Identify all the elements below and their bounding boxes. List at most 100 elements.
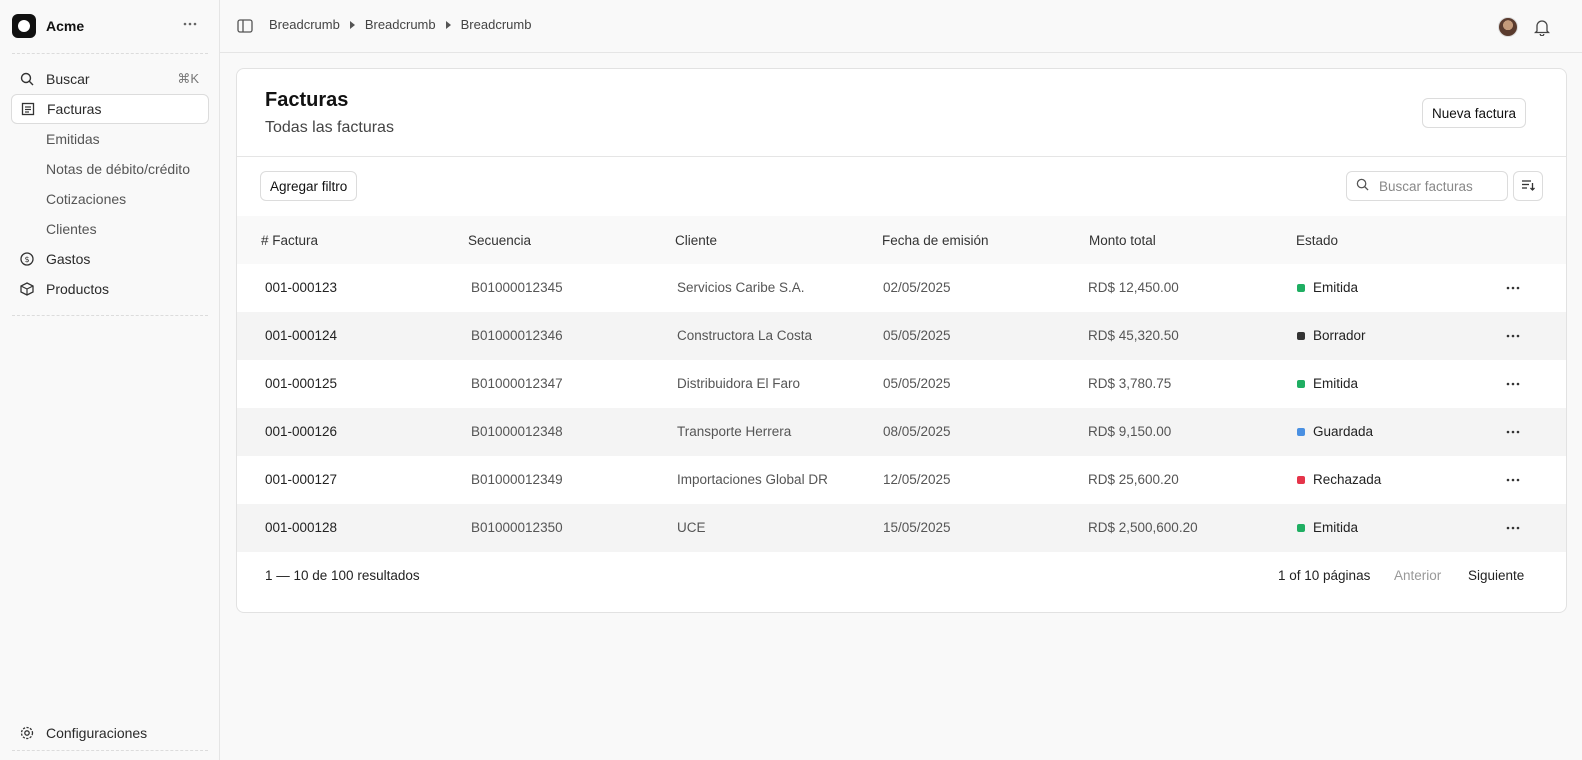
cell-fecha: 15/05/2025: [883, 520, 951, 535]
status-label: Emitida: [1313, 520, 1359, 535]
status-dot: [1297, 283, 1305, 292]
cell-monto: RD$ 45,320.50: [1088, 328, 1179, 343]
status-badge: Emitida: [1297, 520, 1358, 535]
cell-factura: 001-000124: [265, 328, 338, 343]
cell-fecha: 05/05/2025: [883, 376, 951, 391]
sort-button[interactable]: [1513, 171, 1543, 201]
next-page-button[interactable]: Siguiente: [1468, 568, 1524, 583]
gear-icon: [20, 726, 34, 740]
table-row[interactable]: 001-000123 B01000012345 Servicios Caribe…: [237, 264, 1566, 312]
cell-cliente: Importaciones Global DR: [677, 472, 828, 487]
column-header-factura[interactable]: # Factura: [261, 233, 318, 248]
table-row[interactable]: 001-000128 B01000012350 UCE 15/05/2025 R…: [237, 504, 1566, 552]
sidebar-item-facturas[interactable]: Facturas: [11, 94, 209, 124]
new-invoice-button[interactable]: Nueva factura: [1422, 98, 1527, 128]
page-title: Facturas: [265, 89, 349, 111]
sidebar-item-label: Buscar: [46, 71, 90, 87]
cell-fecha: 05/05/2025: [883, 328, 951, 343]
cell-secuencia: B01000012350: [471, 520, 563, 535]
cell-secuencia: B01000012349: [471, 472, 563, 487]
cell-fecha: 02/05/2025: [883, 280, 951, 295]
sort-icon: [1521, 178, 1535, 194]
package-icon: [20, 282, 34, 296]
cell-factura: 001-000127: [265, 472, 338, 487]
cell-factura: 001-000123: [265, 280, 338, 295]
sidebar-item-gastos[interactable]: $ Gastos: [11, 244, 209, 274]
more-horizontal-icon[interactable]: [1503, 326, 1523, 346]
column-header-estado[interactable]: Estado: [1296, 233, 1338, 248]
sidebar-item-productos[interactable]: Productos: [11, 274, 209, 304]
sidebar-item-label: Facturas: [47, 101, 102, 117]
more-horizontal-icon[interactable]: [1503, 278, 1523, 298]
sidebar-divider: [12, 315, 208, 316]
status-badge: Emitida: [1297, 376, 1358, 391]
more-horizontal-icon[interactable]: [1503, 422, 1523, 442]
status-label: Rechazada: [1313, 472, 1382, 487]
more-horizontal-icon[interactable]: [180, 16, 200, 36]
cell-cliente: UCE: [677, 520, 706, 535]
cell-monto: RD$ 2,500,600.20: [1088, 520, 1198, 535]
table-header: # Factura Secuencia Cliente Fecha de emi…: [237, 216, 1566, 264]
cell-secuencia: B01000012348: [471, 424, 563, 439]
chevron-right-icon: [349, 20, 355, 29]
status-dot: [1297, 331, 1305, 340]
topbar: Breadcrumb Breadcrumb Breadcrumb: [220, 0, 1582, 53]
status-dot: [1297, 523, 1305, 532]
more-horizontal-icon[interactable]: [1503, 518, 1523, 538]
table-row[interactable]: 001-000124 B01000012346 Constructora La …: [237, 312, 1566, 360]
status-badge: Rechazada: [1297, 472, 1381, 487]
cell-secuencia: B01000012345: [471, 280, 563, 295]
previous-page-button[interactable]: Anterior: [1394, 568, 1441, 583]
column-header-cliente[interactable]: Cliente: [675, 233, 717, 248]
card-divider: [237, 156, 1566, 157]
more-horizontal-icon[interactable]: [1503, 470, 1523, 490]
avatar[interactable]: [1498, 17, 1518, 37]
results-summary: 1 — 10 de 100 resultados: [265, 568, 420, 583]
column-header-fecha[interactable]: Fecha de emisión: [882, 233, 989, 248]
sidebar-subitem-emitidas[interactable]: Emitidas: [46, 127, 100, 151]
search-icon: [20, 72, 34, 86]
sidebar-item-label: Gastos: [46, 251, 91, 267]
status-badge: Borrador: [1297, 328, 1366, 343]
sidebar: Acme Buscar ⌘K Facturas Emitidas Notas d…: [0, 0, 220, 760]
table-row[interactable]: 001-000125 B01000012347 Distribuidora El…: [237, 360, 1566, 408]
sidebar-subitem-notas[interactable]: Notas de débito/crédito: [46, 157, 190, 181]
sidebar-item-label: Configuraciones: [46, 725, 148, 741]
more-horizontal-icon[interactable]: [1503, 374, 1523, 394]
status-label: Emitida: [1313, 376, 1359, 391]
cell-factura: 001-000128: [265, 520, 338, 535]
sidebar-item-search[interactable]: Buscar ⌘K: [11, 64, 209, 94]
table-row[interactable]: 001-000126 B01000012348 Transporte Herre…: [237, 408, 1566, 456]
workspace-name: Acme: [46, 18, 85, 34]
cell-secuencia: B01000012347: [471, 376, 563, 391]
cell-cliente: Constructora La Costa: [677, 328, 813, 343]
search-shortcut: ⌘K: [177, 71, 199, 86]
breadcrumb-item[interactable]: Breadcrumb: [461, 17, 532, 32]
sidebar-subitem-clientes[interactable]: Clientes: [46, 217, 97, 241]
sidebar-divider: [12, 53, 208, 54]
column-header-secuencia[interactable]: Secuencia: [468, 233, 531, 248]
sidebar-item-settings[interactable]: Configuraciones: [11, 718, 209, 748]
add-filter-button[interactable]: Agregar filtro: [260, 171, 358, 201]
status-label: Borrador: [1313, 328, 1366, 343]
sidebar-subitem-cotizaciones[interactable]: Cotizaciones: [46, 187, 126, 211]
cell-factura: 001-000126: [265, 424, 338, 439]
sidebar-toggle-icon[interactable]: [237, 19, 253, 33]
status-label: Emitida: [1313, 280, 1359, 295]
cell-monto: RD$ 12,450.00: [1088, 280, 1179, 295]
column-header-monto[interactable]: Monto total: [1089, 233, 1156, 248]
search-input[interactable]: [1379, 178, 1499, 194]
workspace-switcher[interactable]: Acme: [12, 12, 208, 40]
chevron-right-icon: [445, 20, 451, 29]
cell-cliente: Transporte Herrera: [677, 424, 792, 439]
bell-icon[interactable]: [1533, 18, 1551, 37]
status-dot: [1297, 475, 1305, 484]
breadcrumb-item[interactable]: Breadcrumb: [269, 17, 340, 32]
breadcrumb-item[interactable]: Breadcrumb: [365, 17, 436, 32]
acme-logo-icon: [12, 14, 36, 38]
status-label: Guardada: [1313, 424, 1374, 439]
cell-cliente: Servicios Caribe S.A.: [677, 280, 805, 295]
table-row[interactable]: 001-000127 B01000012349 Importaciones Gl…: [237, 456, 1566, 504]
search-field[interactable]: [1346, 171, 1508, 201]
cell-fecha: 08/05/2025: [883, 424, 951, 439]
